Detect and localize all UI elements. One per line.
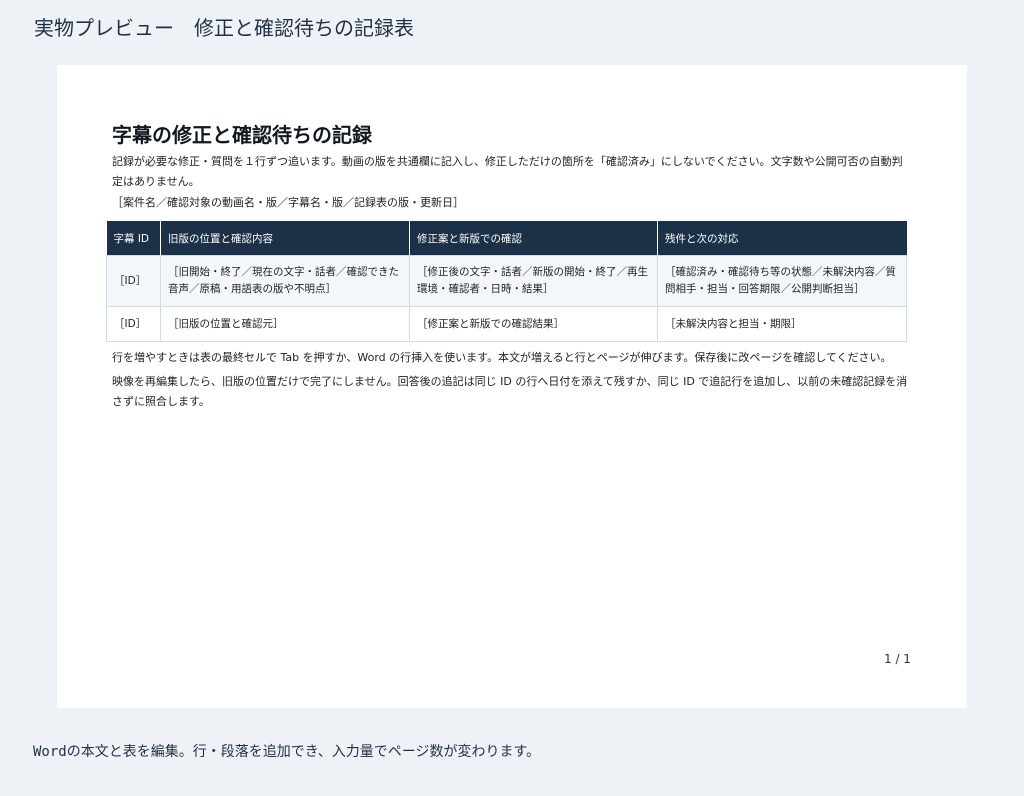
- record-table: 字幕 ID 旧版の位置と確認内容 修正案と新版での確認 残件と次の対応 ［ID］…: [106, 221, 907, 342]
- footer-instructions: Wordの本文と表を編集。行・段落を追加でき、入力量でページ数が変わります。: [33, 744, 541, 760]
- table-header-row: 字幕 ID 旧版の位置と確認内容 修正案と新版での確認 残件と次の対応: [106, 221, 907, 256]
- table-cell[interactable]: ［ID］: [106, 306, 161, 342]
- table-cell[interactable]: ［旧開始・終了／現在の文字・話者／確認できた音声／原稿・用語表の版や不明点］: [160, 255, 410, 307]
- column-header-revision[interactable]: 修正案と新版での確認: [409, 221, 658, 256]
- column-header-old-version[interactable]: 旧版の位置と確認内容: [160, 221, 410, 256]
- table-cell[interactable]: ［確認済み・確認待ち等の状態／未解決内容／質問相手・担当・回答期限／公開判断担当…: [657, 255, 907, 307]
- document-note-reedit[interactable]: 映像を再編集したら、旧版の位置だけで完了にしません。回答後の追記は同じ ID の…: [112, 372, 912, 412]
- table-row: ［ID］ ［旧版の位置と確認元］ ［修正案と新版での確認結果］ ［未解決内容と担…: [106, 306, 907, 342]
- table-cell[interactable]: ［旧版の位置と確認元］: [160, 306, 410, 342]
- document-page[interactable]: 字幕の修正と確認待ちの記録 記録が必要な修正・質問を１行ずつ追います。動画の版を…: [57, 65, 967, 708]
- document-title[interactable]: 字幕の修正と確認待ちの記録: [112, 119, 372, 148]
- document-intro[interactable]: 記録が必要な修正・質問を１行ずつ追います。動画の版を共通欄に記入し、修正しただけ…: [112, 152, 912, 192]
- table-cell[interactable]: ［ID］: [106, 255, 161, 307]
- table-cell[interactable]: ［修正案と新版での確認結果］: [409, 306, 658, 342]
- column-header-subtitle-id[interactable]: 字幕 ID: [106, 221, 161, 256]
- table-cell[interactable]: ［未解決内容と担当・期限］: [657, 306, 907, 342]
- column-header-remaining[interactable]: 残件と次の対応: [657, 221, 907, 256]
- table-cell[interactable]: ［修正後の文字・話者／新版の開始・終了／再生環境・確認者・日時・結果］: [409, 255, 658, 307]
- page-heading: 実物プレビュー 修正と確認待ちの記録表: [34, 16, 414, 40]
- document-note-add-rows[interactable]: 行を増やすときは表の最終セルで Tab を押すか、Word の行挿入を使います。…: [112, 348, 912, 368]
- document-meta-line[interactable]: ［案件名／確認対象の動画名・版／字幕名・版／記録表の版・更新日］: [112, 193, 464, 213]
- table-row: ［ID］ ［旧開始・終了／現在の文字・話者／確認できた音声／原稿・用語表の版や不…: [106, 255, 907, 307]
- page-number: 1 / 1: [884, 652, 911, 666]
